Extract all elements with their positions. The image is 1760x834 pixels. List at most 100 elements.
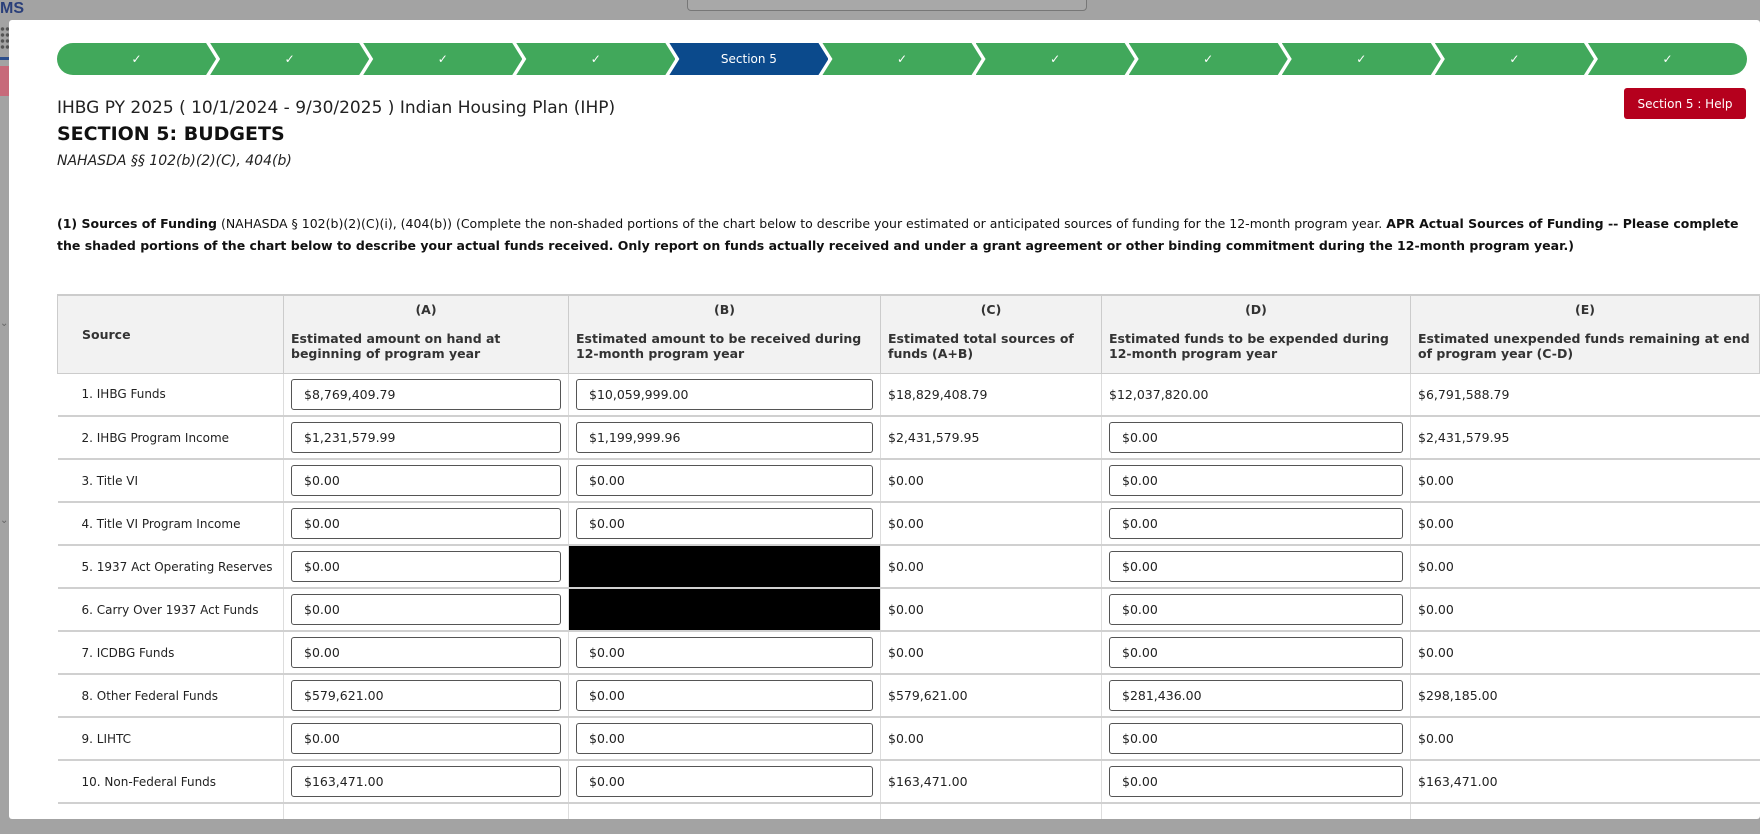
sources-of-funding-table: Source (A) Estimated amount on hand at beg…	[57, 294, 1760, 819]
column-letter: (A)	[415, 302, 437, 317]
amount-input-a[interactable]: $0.00	[291, 551, 561, 582]
step-label: Section 5	[720, 52, 777, 66]
cell-d: $0.00	[1101, 502, 1411, 546]
amount-input-b[interactable]: $0.00	[576, 508, 873, 539]
cell-c: $0.00	[880, 631, 1102, 675]
column-label: Estimated amount to be received during 1…	[576, 331, 862, 361]
check-icon: ✓	[896, 52, 908, 66]
cell-c: $0.00	[880, 588, 1102, 632]
amount-input-d[interactable]: $0.00	[1109, 766, 1403, 797]
check-icon: ✓	[1050, 52, 1061, 66]
check-icon: ✓	[590, 52, 601, 66]
citation: NAHASDA §§ 102(b)(2)(C), 404(b)	[57, 153, 292, 169]
cell-e: $0.00	[1410, 631, 1760, 675]
table-row: 6. Carry Over 1937 Act Funds $0.00 $0.00 $0…	[57, 588, 1760, 632]
step-6[interactable]: ✓	[822, 43, 981, 75]
column-header: (C) Estimated total sources of funds (A+B…	[880, 294, 1102, 374]
amount-input-a[interactable]: $0.00	[291, 508, 561, 539]
amount-input-b[interactable]: $1,199,999.96	[576, 422, 873, 453]
cell-c: $579,621.00	[880, 674, 1102, 718]
page-title: SECTION 5: BUDGETS	[57, 123, 285, 145]
amount-input-d[interactable]: $0.00	[1109, 508, 1403, 539]
check-icon: ✓	[437, 52, 448, 66]
cell-b: $0.00	[568, 760, 881, 804]
column-header: (B) Estimated amount to be received durin…	[568, 294, 881, 374]
amount-input-a[interactable]: $0.00	[291, 594, 561, 625]
amount-input-d[interactable]: $0.00	[1109, 594, 1403, 625]
amount-input-d[interactable]: $281,436.00	[1109, 680, 1403, 711]
cell-a: $0.00	[283, 631, 569, 675]
step-5[interactable]: Section 5	[669, 43, 828, 75]
cell-d: $0.00	[1101, 545, 1411, 589]
table-row: 7. ICDBG Funds $0.00 $0.00 $0.00 $0.00 $0.00	[57, 631, 1760, 675]
cell-b: $1,199,999.96	[568, 416, 881, 460]
amount-input-a[interactable]: $0.00	[291, 637, 561, 668]
amount-input-d[interactable]: $0.00	[1109, 637, 1403, 668]
source-label: 1. IHBG Funds	[57, 373, 284, 417]
amount-input-b[interactable]: $0.00	[576, 637, 873, 668]
cell-a: $0.00	[283, 588, 569, 632]
step-8[interactable]: ✓	[1129, 43, 1288, 75]
step-10[interactable]: ✓	[1435, 43, 1594, 75]
table-row: 8. Other Federal Funds $579,621.00 $0.00 $5…	[57, 674, 1760, 718]
column-header: (E) Estimated unexpended funds remaining …	[1410, 294, 1760, 374]
step-11[interactable]: ✓	[1587, 43, 1748, 75]
amount-input-d[interactable]: $0.00	[1109, 723, 1403, 754]
cell-c: $163,471.00	[880, 760, 1102, 804]
cell-a: $1,231,579.99	[283, 416, 569, 460]
amount-input-b[interactable]: $10,059,999.00	[576, 378, 873, 410]
column-label: Estimated total sources of funds (A+B)	[888, 331, 1074, 361]
amount-input-a[interactable]: $8,769,409.79	[291, 378, 561, 410]
cell-b: $0.00	[568, 459, 881, 503]
amount-input-b[interactable]: $0.00	[576, 723, 873, 754]
amount-input-d[interactable]: $0.00	[1109, 551, 1403, 582]
amount-input-b[interactable]: $0.00	[576, 465, 873, 496]
amount-input-a[interactable]: $579,621.00	[291, 680, 561, 711]
amount-input-b[interactable]: $0.00	[576, 766, 873, 797]
cell-d: $0.00	[1101, 588, 1411, 632]
cell-c: $0.00	[880, 717, 1102, 761]
step-2[interactable]: ✓	[210, 43, 369, 75]
amount-input-d[interactable]: $0.00	[1109, 465, 1403, 496]
cell-d: $12,037,820.00	[1101, 373, 1411, 417]
ihp-modal: ✓ ✓ ✓ ✓ Section 5 ✓ ✓ ✓ ✓ ✓ ✓ IHBG PY 2025 ( 10/1/…	[9, 20, 1760, 819]
section-help-button[interactable]: Section 5 : Help	[1624, 88, 1746, 119]
cell-e: $2,431,579.95	[1410, 416, 1760, 460]
column-letter: (D)	[1245, 302, 1267, 317]
check-icon: ✓	[1356, 52, 1367, 66]
app-logo: MS	[0, 0, 24, 17]
cell-d: $0.00	[1101, 631, 1411, 675]
cell-e: $298,185.00	[1410, 674, 1760, 718]
source-label: 6. Carry Over 1937 Act Funds	[57, 588, 284, 632]
chevron-down-icon: ⌄	[0, 515, 9, 526]
section-stepper: ✓ ✓ ✓ ✓ Section 5 ✓ ✓ ✓ ✓ ✓ ✓	[57, 43, 1748, 75]
cell-b: $0.00	[568, 674, 881, 718]
cell-d: $0.00	[1101, 717, 1411, 761]
shaded-cell	[568, 588, 881, 632]
cell-e: $0.00	[1410, 588, 1760, 632]
table-row: 4. Title VI Program Income $0.00 $0.00 $0.0…	[57, 502, 1760, 546]
amount-input-a[interactable]: $0.00	[291, 465, 561, 496]
cell-a: $0.00	[283, 545, 569, 589]
cell-e: $0.00	[1410, 717, 1760, 761]
step-3[interactable]: ✓	[363, 43, 522, 75]
cell-d: $0.00	[1101, 459, 1411, 503]
amount-input-d[interactable]: $0.00	[1109, 422, 1403, 453]
column-header: Source	[57, 294, 284, 374]
cell-b: $0.00	[568, 631, 881, 675]
amount-input-a[interactable]: $1,231,579.99	[291, 422, 561, 453]
amount-input-b[interactable]: $0.00	[576, 680, 873, 711]
amount-input-a[interactable]: $0.00	[291, 723, 561, 754]
cell-a: $163,471.00	[283, 760, 569, 804]
step-4[interactable]: ✓	[516, 43, 675, 75]
cell-c: $0.00	[880, 459, 1102, 503]
amount-input-a[interactable]: $163,471.00	[291, 766, 561, 797]
table-row: 3. Title VI $0.00 $0.00 $0.00 $0.00 $0.00	[57, 459, 1760, 503]
plan-title: IHBG PY 2025 ( 10/1/2024 - 9/30/2025 ) I…	[57, 98, 616, 118]
step-7[interactable]: ✓	[976, 43, 1135, 75]
table-row: 2. IHBG Program Income $1,231,579.99 $1,19…	[57, 416, 1760, 460]
cell-b: $10,059,999.00	[568, 373, 881, 417]
step-1[interactable]: ✓	[57, 43, 216, 75]
step-9[interactable]: ✓	[1282, 43, 1441, 75]
source-label: 3. Title VI	[57, 459, 284, 503]
